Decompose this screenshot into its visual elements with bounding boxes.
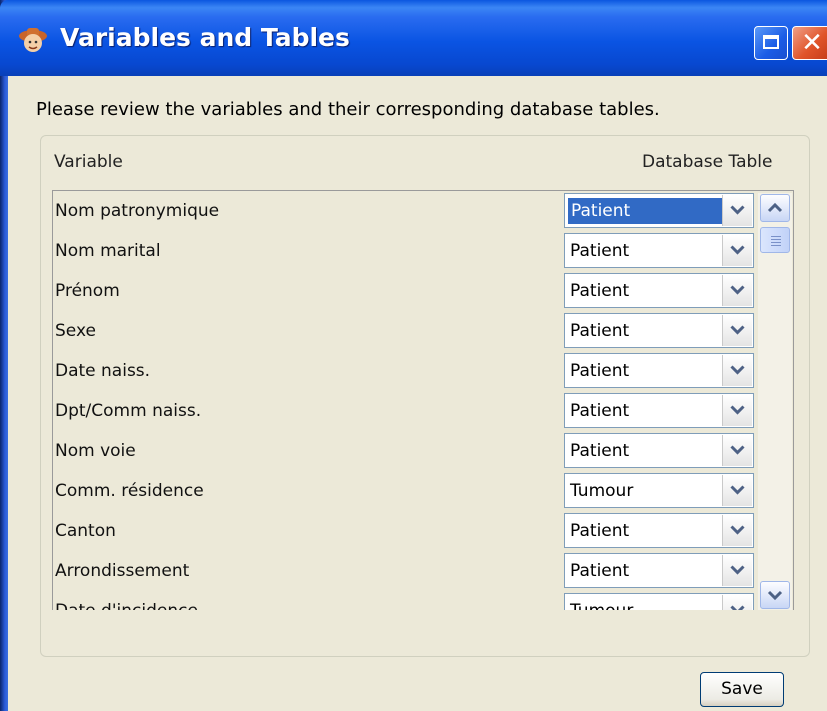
database-table-value: Patient [568, 198, 722, 224]
dropdown-button[interactable] [722, 275, 752, 306]
table-row: Prénom Patient [53, 271, 793, 311]
dropdown-button[interactable] [722, 315, 752, 346]
database-table-value: Patient [570, 281, 630, 301]
chevron-down-icon [730, 325, 745, 335]
dropdown-button[interactable] [722, 195, 752, 226]
database-table-value: Patient [570, 561, 630, 581]
window-frame [0, 0, 8, 711]
chevron-down-icon [730, 245, 745, 255]
maximize-icon [763, 35, 779, 49]
database-table-value: Patient [570, 521, 630, 541]
scroll-up-button[interactable] [760, 194, 790, 222]
dropdown-button[interactable] [722, 355, 752, 386]
dropdown-button[interactable] [722, 595, 752, 610]
dropdown-button[interactable] [722, 555, 752, 586]
variable-label: Date naiss. [55, 361, 151, 381]
table-row: Arrondissement Patient [53, 551, 793, 591]
save-button[interactable]: Save [700, 672, 784, 707]
table-row: Comm. résidence Tumour [53, 471, 793, 511]
dropdown-button[interactable] [722, 435, 752, 466]
database-table-select[interactable]: Patient [564, 393, 754, 428]
table-row: Nom patronymique Patient [53, 191, 793, 231]
column-header-variable: Variable [54, 152, 123, 172]
database-table-select[interactable]: Patient [564, 313, 754, 348]
database-table-select[interactable]: Patient [564, 233, 754, 268]
title-bar[interactable]: Variables and Tables ✕ [0, 0, 827, 76]
window-title: Variables and Tables [60, 23, 350, 52]
column-header-database-table: Database Table [642, 152, 773, 172]
chevron-down-icon [730, 605, 745, 610]
chevron-down-icon [730, 485, 745, 495]
cowboy-app-icon [19, 28, 47, 52]
instruction-text: Please review the variables and their co… [36, 99, 660, 120]
database-table-select[interactable]: Patient [564, 353, 754, 388]
table-row: Dpt/Comm naiss. Patient [53, 391, 793, 431]
database-table-select[interactable]: Patient [564, 513, 754, 548]
table-row: Date naiss. Patient [53, 351, 793, 391]
variable-label: Prénom [55, 281, 120, 301]
maximize-button[interactable] [754, 26, 788, 60]
variable-label: Sexe [55, 321, 96, 341]
scroll-thumb[interactable] [760, 227, 790, 253]
chevron-down-icon [730, 565, 745, 575]
database-table-select[interactable]: Tumour [564, 473, 754, 508]
chevron-down-icon [730, 525, 745, 535]
chevron-down-icon [767, 590, 783, 601]
variable-label: Nom voie [55, 441, 136, 461]
dropdown-button[interactable] [722, 395, 752, 426]
dropdown-button[interactable] [722, 475, 752, 506]
table-row: Date d'incidence Tumour [53, 591, 793, 610]
table-row: Canton Patient [53, 511, 793, 551]
chevron-up-icon [767, 202, 783, 213]
dropdown-button[interactable] [722, 515, 752, 546]
chevron-down-icon [730, 445, 745, 455]
database-table-value: Patient [570, 441, 630, 461]
chevron-down-icon [730, 405, 745, 415]
variable-label: Dpt/Comm naiss. [55, 401, 202, 421]
table-row: Nom marital Patient [53, 231, 793, 271]
table-row: Sexe Patient [53, 311, 793, 351]
variable-label: Nom patronymique [55, 201, 220, 221]
database-table-value: Patient [570, 401, 630, 421]
database-table-select[interactable]: Patient [564, 273, 754, 308]
database-table-value: Patient [570, 361, 630, 381]
variable-label: Nom marital [55, 241, 161, 261]
variable-label: Arrondissement [55, 561, 190, 581]
scroll-down-button[interactable] [760, 581, 790, 609]
variable-label: Date d'incidence [55, 601, 198, 610]
vertical-scrollbar[interactable] [758, 193, 792, 610]
database-table-value: Patient [570, 241, 630, 261]
database-table-select[interactable]: Patient [564, 433, 754, 468]
variable-label: Comm. résidence [55, 481, 204, 501]
database-table-value: Patient [570, 321, 630, 341]
variable-label: Canton [55, 521, 116, 541]
chevron-down-icon [730, 365, 745, 375]
database-table-select[interactable]: Tumour [564, 593, 754, 610]
database-table-value: Tumour [570, 481, 634, 501]
table-row: Nom voie Patient [53, 431, 793, 471]
database-table-select[interactable]: Patient [564, 553, 754, 588]
dialog-window: Variables and Tables ✕ Please review the… [0, 0, 827, 711]
chevron-down-icon [730, 205, 745, 215]
close-button[interactable]: ✕ [792, 26, 827, 60]
dropdown-button[interactable] [722, 235, 752, 266]
database-table-select[interactable]: Patient [564, 193, 754, 228]
database-table-value: Tumour [570, 601, 633, 610]
variables-table: Nom patronymique Patient Nom marital Pat… [52, 190, 794, 610]
chevron-down-icon [730, 285, 745, 295]
close-icon: ✕ [801, 28, 823, 58]
